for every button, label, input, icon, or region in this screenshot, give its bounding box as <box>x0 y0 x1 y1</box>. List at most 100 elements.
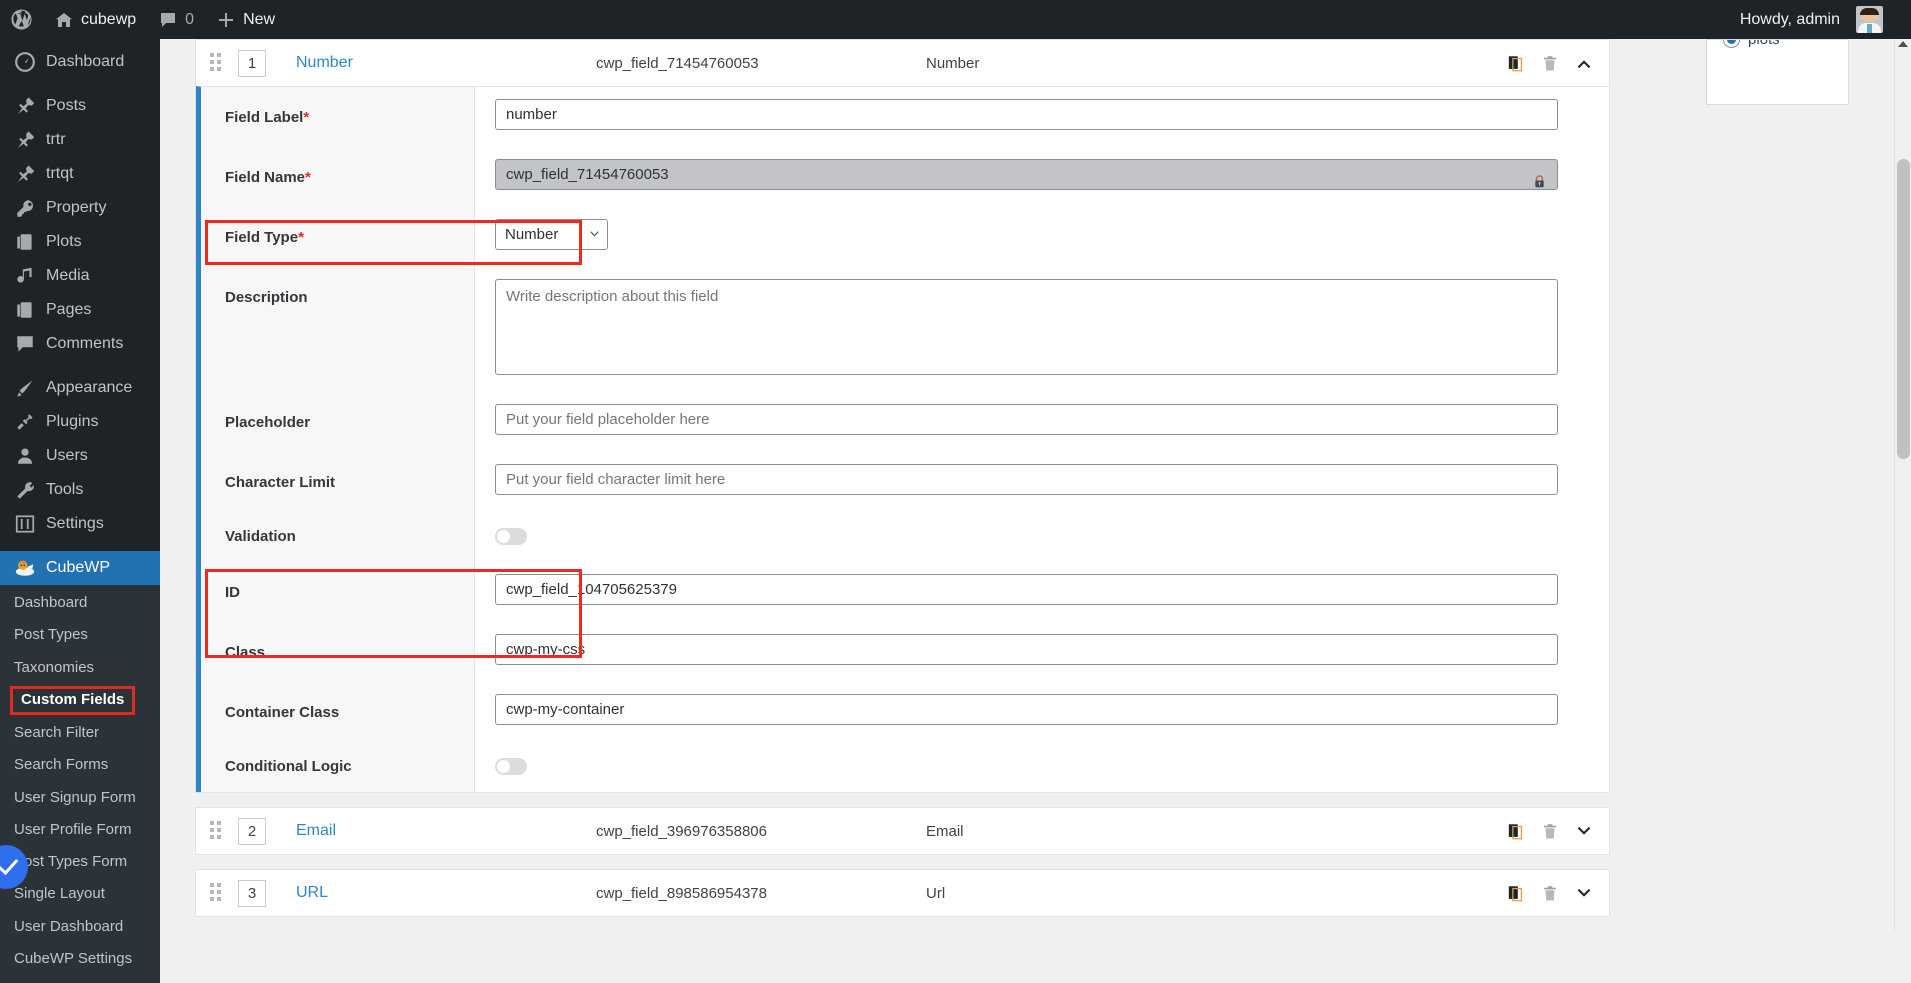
sidebar-item-appearance[interactable]: Appearance <box>0 371 160 405</box>
sidebar-item-label: trtqt <box>46 165 74 182</box>
radio-icon[interactable] <box>1723 40 1740 48</box>
description-control <box>475 267 1609 392</box>
field-name-input[interactable] <box>495 159 1558 190</box>
trash-icon[interactable] <box>1541 822 1559 841</box>
submenu-item-search-forms[interactable]: Search Forms <box>0 749 160 781</box>
sidebar-item-trtr[interactable]: trtr <box>0 123 160 157</box>
class-input[interactable] <box>495 634 1558 665</box>
submenu-item-cubewp-settings[interactable]: CubeWP Settings <box>0 943 160 975</box>
field-title-link[interactable]: URL <box>296 884 596 902</box>
conditional-logic-toggle[interactable] <box>495 758 527 775</box>
copy-icon[interactable] <box>1507 54 1525 73</box>
pin-icon <box>18 165 35 182</box>
description-textarea[interactable] <box>495 279 1558 375</box>
sidebar-item-plugins[interactable]: Plugins <box>0 405 160 439</box>
sidebar-item-tools[interactable]: Tools <box>0 473 160 507</box>
field-card-header[interactable]: 3 URL cwp_field_898586954378 Url <box>196 870 1609 916</box>
placeholder-label: Placeholder <box>201 392 475 452</box>
submenu-item-user-signup-form[interactable]: User Signup Form <box>0 782 160 814</box>
page-scrollbar-thumb[interactable] <box>1897 159 1910 459</box>
field-title-link[interactable]: Email <box>296 822 596 840</box>
comments-menu[interactable]: 0 <box>147 0 205 39</box>
row-field-label: Field Label* <box>201 87 1609 147</box>
character-limit-input[interactable] <box>495 464 1558 495</box>
new-content-menu[interactable]: New <box>205 0 286 39</box>
field-type-select[interactable]: Number <box>495 219 608 250</box>
container-class-input[interactable] <box>495 694 1558 725</box>
sidebar-item-users[interactable]: Users <box>0 439 160 473</box>
submenu-item-user-profile-form[interactable]: User Profile Form <box>0 814 160 846</box>
dashboard-icon <box>15 52 35 72</box>
radio-option-plots[interactable]: plots <box>1707 39 1848 48</box>
required-marker: * <box>305 169 311 186</box>
sidebar-item-settings[interactable]: Settings <box>0 507 160 541</box>
sidebar-item-trtqt[interactable]: trtqt <box>0 157 160 191</box>
placeholder-input[interactable] <box>495 404 1558 435</box>
submenu-item-post-types[interactable]: Post Types <box>0 619 160 651</box>
label-text: Class <box>225 644 266 661</box>
plug-icon <box>17 414 33 430</box>
chevron-down-icon[interactable] <box>1575 822 1593 841</box>
wrench-icon <box>17 482 34 499</box>
key-icon <box>17 200 33 217</box>
sidebar-item-cubewp[interactable]: CubeWP <box>0 551 168 585</box>
radio-option-label: plots <box>1748 39 1780 48</box>
character-limit-label: Character Limit <box>201 452 475 512</box>
avatar <box>1856 6 1883 33</box>
drag-handle-icon[interactable] <box>210 821 224 841</box>
field-name-value: cwp_field_898586954378 <box>596 884 767 902</box>
chevron-up-icon[interactable] <box>1575 54 1593 73</box>
copy-icon[interactable] <box>1507 822 1525 841</box>
pin-icon <box>18 97 35 114</box>
field-type-value: Email <box>926 822 964 840</box>
sidebar-item-pages[interactable]: Pages <box>0 293 160 327</box>
label-text: Placeholder <box>225 414 311 431</box>
page-scrollbar-track[interactable] <box>1894 39 1911 931</box>
sidebar-item-dashboard[interactable]: Dashboard <box>0 45 160 79</box>
chevron-down-icon[interactable] <box>1575 884 1593 903</box>
pages-icon <box>17 234 32 250</box>
submenu-item-single-layout[interactable]: Single Layout <box>0 878 160 910</box>
sidebar-item-label: Pages <box>46 301 92 318</box>
menu-separator <box>0 361 160 371</box>
field-order-number: 1 <box>238 49 266 77</box>
wordpress-logo-icon <box>11 9 32 30</box>
trash-icon[interactable] <box>1541 884 1559 903</box>
submenu-item-taxonomies[interactable]: Taxonomies <box>0 652 160 684</box>
my-account-menu[interactable]: Howdy, admin <box>1729 0 1911 39</box>
submenu-item-custom-fields[interactable]: Custom Fields <box>10 685 136 715</box>
id-label: ID <box>201 562 475 622</box>
sidebar-item-plots[interactable]: Plots <box>0 225 160 259</box>
validation-label: Validation <box>201 512 475 562</box>
row-class: Class <box>201 622 1609 682</box>
drag-handle-icon[interactable] <box>210 53 224 73</box>
field-title-link[interactable]: Number <box>296 54 596 72</box>
container-class-control <box>475 682 1609 742</box>
field-name-input-wrap <box>495 159 1558 190</box>
submenu-item-search-filter[interactable]: Search Filter <box>0 717 160 749</box>
field-card-header[interactable]: 2 Email cwp_field_396976358806 Email <box>196 808 1609 854</box>
submenu-item-user-dashboard[interactable]: User Dashboard <box>0 911 160 943</box>
copy-icon[interactable] <box>1507 884 1525 903</box>
field-card-header[interactable]: 1 Number cwp_field_71454760053 Number <box>196 40 1609 86</box>
field-order-number: 3 <box>238 879 266 907</box>
sidebar-item-media[interactable]: Media <box>0 259 160 293</box>
sidebar-item-comments[interactable]: Comments <box>0 327 160 361</box>
required-marker: * <box>298 229 304 246</box>
row-field-type: Field Type* Number <box>201 207 1609 267</box>
site-name-menu[interactable]: cubewp <box>43 0 147 39</box>
id-input[interactable] <box>495 574 1558 605</box>
home-icon <box>56 12 72 27</box>
validation-toggle[interactable] <box>495 528 527 545</box>
post-type-option-panel: plots <box>1706 39 1849 105</box>
scroll-up-arrow-icon[interactable] <box>1898 41 1908 47</box>
drag-handle-icon[interactable] <box>210 883 224 903</box>
trash-icon[interactable] <box>1541 54 1559 73</box>
field-label-input[interactable] <box>495 99 1558 130</box>
wordpress-logo-button[interactable] <box>0 0 43 39</box>
row-validation: Validation <box>201 512 1609 562</box>
sidebar-item-property[interactable]: Property <box>0 191 160 225</box>
field-name-control <box>475 147 1609 207</box>
sidebar-item-posts[interactable]: Posts <box>0 89 160 123</box>
submenu-item-dashboard[interactable]: Dashboard <box>0 587 160 619</box>
